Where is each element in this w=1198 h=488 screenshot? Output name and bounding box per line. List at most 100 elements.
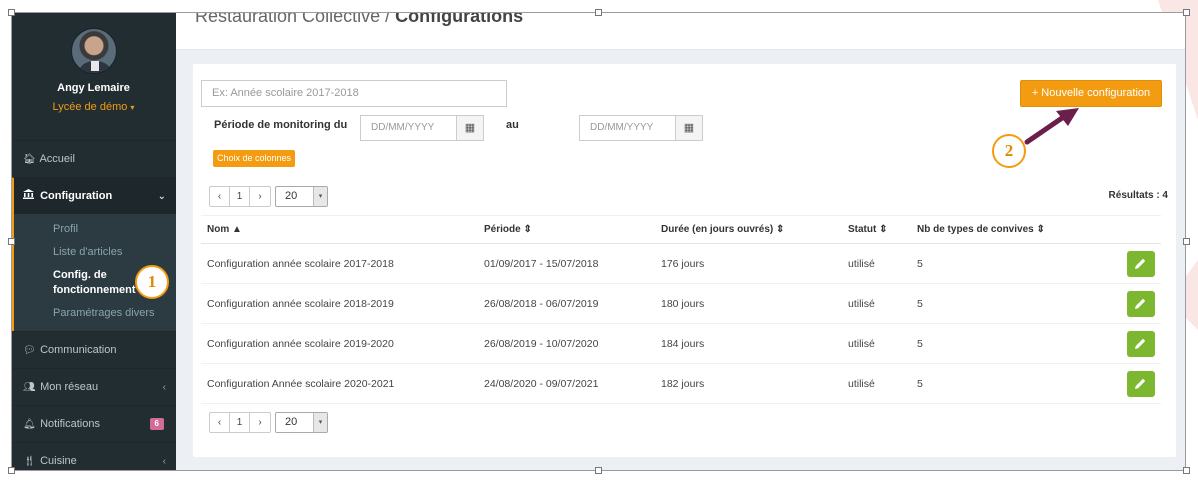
avatar[interactable] xyxy=(70,28,117,74)
sidebar: Angy Lemaire Lycée de démo ▾ 🏠︎ Accueil … xyxy=(11,12,176,471)
column-header-periode[interactable]: Période ⇕ xyxy=(478,215,655,244)
date-from-field[interactable]: DD/MM/YYYY ▦ xyxy=(360,115,484,141)
cutlery-icon: 🍴︎ xyxy=(23,456,36,467)
column-header-nom[interactable]: Nom ▲ xyxy=(201,215,478,244)
prev-page-button[interactable]: ‹ xyxy=(210,187,230,206)
next-page-button[interactable]: › xyxy=(250,187,270,206)
resize-handle[interactable] xyxy=(8,238,15,245)
page-size-value: 20 xyxy=(285,416,298,428)
notification-count-badge: 6 xyxy=(149,418,164,430)
sidebar-item-label: Cuisine xyxy=(40,455,77,467)
cell-nb-convives: 5 xyxy=(911,323,1101,364)
cell-duree: 184 jours xyxy=(655,323,842,364)
table-row[interactable]: Configuration année scolaire 2019-2020 2… xyxy=(201,323,1161,364)
cell-duree: 180 jours xyxy=(655,283,842,324)
sidebar-item-label: Configuration xyxy=(40,190,113,202)
page-title: Configurations xyxy=(395,12,524,26)
sidebar-item-notifications[interactable]: 🔔︎ Notifications 6 xyxy=(11,405,176,442)
date-from-input[interactable]: DD/MM/YYYY xyxy=(361,116,456,140)
page-size-value: 20 xyxy=(285,190,298,202)
chevron-left-icon: ‹ xyxy=(162,382,166,393)
cell-statut: utilisé xyxy=(842,323,911,364)
edit-button[interactable] xyxy=(1127,290,1155,317)
table-row[interactable]: Configuration Année scolaire 2020-2021 2… xyxy=(201,363,1161,404)
configurations-table: Nom ▲ Période ⇕ Durée (en jours ouvrés) … xyxy=(201,215,1161,404)
resize-handle[interactable] xyxy=(8,9,15,16)
home-icon: 🏠︎ xyxy=(23,154,36,165)
school-name: Lycée de démo xyxy=(52,101,128,113)
cell-actions xyxy=(1101,283,1161,324)
institution-icon xyxy=(23,178,37,215)
chevron-down-icon: ⌄ xyxy=(157,191,166,202)
sidebar-item-accueil[interactable]: 🏠︎ Accueil xyxy=(11,140,176,177)
table-header-row: Nom ▲ Période ⇕ Durée (en jours ouvrés) … xyxy=(201,215,1161,244)
table-row[interactable]: Configuration année scolaire 2017-2018 0… xyxy=(201,243,1161,284)
resize-handle[interactable] xyxy=(1183,238,1190,245)
column-chooser-button[interactable]: Choix de colonnes xyxy=(213,150,296,167)
cell-periode: 01/09/2017 - 15/07/2018 xyxy=(478,243,655,284)
prev-page-button[interactable]: ‹ xyxy=(210,413,230,432)
bell-icon: 🔔︎ xyxy=(23,419,36,430)
resize-handle[interactable] xyxy=(595,9,602,16)
sidebar-menu: 🏠︎ Accueil Configuration ⌄ Profil Liste … xyxy=(11,140,176,471)
chevron-left-icon: ‹ xyxy=(162,456,166,467)
comments-icon: 💬︎ xyxy=(23,345,36,356)
cell-nom: Configuration année scolaire 2018-2019 xyxy=(201,283,478,324)
date-to-input[interactable]: DD/MM/YYYY xyxy=(580,116,675,140)
cell-periode: 24/08/2020 - 09/07/2021 xyxy=(478,363,655,404)
sidebar-item-cuisine[interactable]: 🍴︎ Cuisine ‹ xyxy=(11,442,176,471)
cell-actions xyxy=(1101,323,1161,364)
step-2-marker: 2 xyxy=(992,134,1026,168)
column-header-duree[interactable]: Durée (en jours ouvrés) ⇕ xyxy=(655,215,842,244)
sidebar-item-communication[interactable]: 💬︎ Communication xyxy=(11,331,176,368)
next-page-button[interactable]: › xyxy=(250,413,270,432)
cell-statut: utilisé xyxy=(842,363,911,404)
pencil-icon xyxy=(1135,338,1146,349)
date-to-field[interactable]: DD/MM/YYYY ▦ xyxy=(579,115,703,141)
sidebar-item-mon-reseau[interactable]: 👥︎ Mon réseau ‹ xyxy=(11,368,176,405)
period-to-label: au xyxy=(506,119,519,131)
breadcrumb-section[interactable]: Restauration Collective xyxy=(195,12,380,26)
search-input[interactable]: Ex: Année scolaire 2017-2018 xyxy=(201,80,507,107)
submenu-item-liste-articles[interactable]: Liste d'articles xyxy=(14,241,176,264)
caret-down-icon: ▾ xyxy=(130,103,135,112)
cell-nom: Configuration année scolaire 2017-2018 xyxy=(201,243,478,284)
school-selector[interactable]: Lycée de démo ▾ xyxy=(11,101,176,113)
submenu-item-parametrages-divers[interactable]: Paramétrages divers xyxy=(14,302,176,325)
cell-nom: Configuration Année scolaire 2020-2021 xyxy=(201,363,478,404)
table-row[interactable]: Configuration année scolaire 2018-2019 2… xyxy=(201,283,1161,324)
column-header-statut[interactable]: Statut ⇕ xyxy=(842,215,911,244)
submenu-item-profil[interactable]: Profil xyxy=(14,218,176,241)
user-panel: Angy Lemaire Lycée de démo ▾ xyxy=(11,12,176,140)
resize-handle[interactable] xyxy=(1183,9,1190,16)
page-header: Restauration Collective / Configurations xyxy=(176,12,1186,50)
page-size-select[interactable]: 20 ▾ xyxy=(275,412,328,433)
edit-button[interactable] xyxy=(1127,330,1155,357)
cell-nb-convives: 5 xyxy=(911,243,1101,284)
edit-button[interactable] xyxy=(1127,250,1155,277)
current-page-button[interactable]: 1 xyxy=(230,187,250,206)
cell-periode: 26/08/2018 - 06/07/2019 xyxy=(478,283,655,324)
current-page-button[interactable]: 1 xyxy=(230,413,250,432)
column-header-nb-convives[interactable]: Nb de types de convives ⇕ xyxy=(911,215,1101,244)
calendar-icon[interactable]: ▦ xyxy=(675,116,702,140)
resize-handle[interactable] xyxy=(1183,467,1190,474)
cell-nom: Configuration année scolaire 2019-2020 xyxy=(201,323,478,364)
cell-actions xyxy=(1101,363,1161,404)
new-configuration-button[interactable]: + Nouvelle configuration xyxy=(1020,80,1162,107)
sidebar-item-configuration[interactable]: Configuration ⌄ xyxy=(11,177,176,214)
cell-periode: 26/08/2019 - 10/07/2020 xyxy=(478,323,655,364)
sidebar-item-label: Mon réseau xyxy=(40,381,99,393)
cell-actions xyxy=(1101,243,1161,284)
resize-handle[interactable] xyxy=(595,467,602,474)
breadcrumb-separator: / xyxy=(385,12,391,26)
page-size-select[interactable]: 20 ▾ xyxy=(275,186,328,207)
resize-handle[interactable] xyxy=(8,467,15,474)
users-icon: 👥︎ xyxy=(23,382,36,393)
column-header-actions xyxy=(1101,215,1161,244)
edit-button[interactable] xyxy=(1127,370,1155,397)
results-count: Résultats : 4 xyxy=(1108,190,1168,201)
pointer-arrow-icon xyxy=(1024,108,1079,145)
pagination-top: ‹ 1 › xyxy=(209,186,271,207)
calendar-icon[interactable]: ▦ xyxy=(456,116,483,140)
